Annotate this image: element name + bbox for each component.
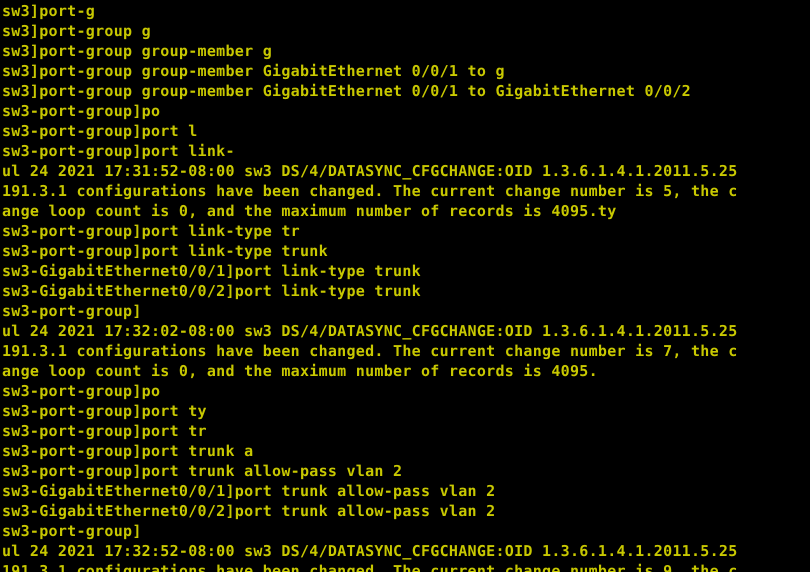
terminal-line: sw3]port-group group-member g [2,42,273,60]
terminal-line: 191.3.1 configurations have been changed… [2,562,738,572]
terminal-line: sw3-port-group]port link-type trunk [2,242,328,260]
terminal-line: sw3-port-group]port link-type tr [2,222,300,240]
terminal-line: sw3-GigabitEthernet0/0/1]port link-type … [2,262,421,280]
terminal-line: ul 24 2021 17:32:02-08:00 sw3 DS/4/DATAS… [2,322,738,340]
terminal-line: sw3-port-group]port trunk a [2,442,254,460]
terminal-line: sw3-port-group]port l [2,122,198,140]
terminal-line: 191.3.1 configurations have been changed… [2,182,738,200]
terminal-line: sw3-GigabitEthernet0/0/2]port link-type … [2,282,421,300]
terminal-line: sw3-port-group]port ty [2,402,207,420]
terminal-line: 191.3.1 configurations have been changed… [2,342,738,360]
terminal-output-area[interactable]: sw3]port-g sw3]port-group g sw3]port-group… [0,0,810,572]
terminal-line: ange loop count is 0, and the maximum nu… [2,202,617,220]
terminal-line: sw3-port-group] [2,522,142,540]
terminal-line: sw3]port-group group-member GigabitEther… [2,62,505,80]
terminal-line: sw3-port-group]port trunk allow-pass vla… [2,462,403,480]
terminal-line: sw3-GigabitEthernet0/0/2]port trunk allo… [2,502,496,520]
terminal-line: ul 24 2021 17:32:52-08:00 sw3 DS/4/DATAS… [2,542,738,560]
terminal-line: sw3]port-g [2,2,96,20]
terminal-line: sw3-port-group] [2,302,142,320]
terminal-line: sw3]port-group group-member GigabitEther… [2,82,691,100]
terminal-line: sw3-port-group]port link- [2,142,235,160]
terminal-window[interactable]: sw3]port-g sw3]port-group g sw3]port-group… [0,0,810,572]
terminal-line: ange loop count is 0, and the maximum nu… [2,362,598,380]
terminal-line: sw3]port-group g [2,22,151,40]
terminal-line: ul 24 2021 17:31:52-08:00 sw3 DS/4/DATAS… [2,162,738,180]
terminal-line: sw3-GigabitEthernet0/0/1]port trunk allo… [2,482,496,500]
terminal-line: sw3-port-group]port tr [2,422,207,440]
terminal-line: sw3-port-group]po [2,102,161,120]
terminal-line: sw3-port-group]po [2,382,161,400]
